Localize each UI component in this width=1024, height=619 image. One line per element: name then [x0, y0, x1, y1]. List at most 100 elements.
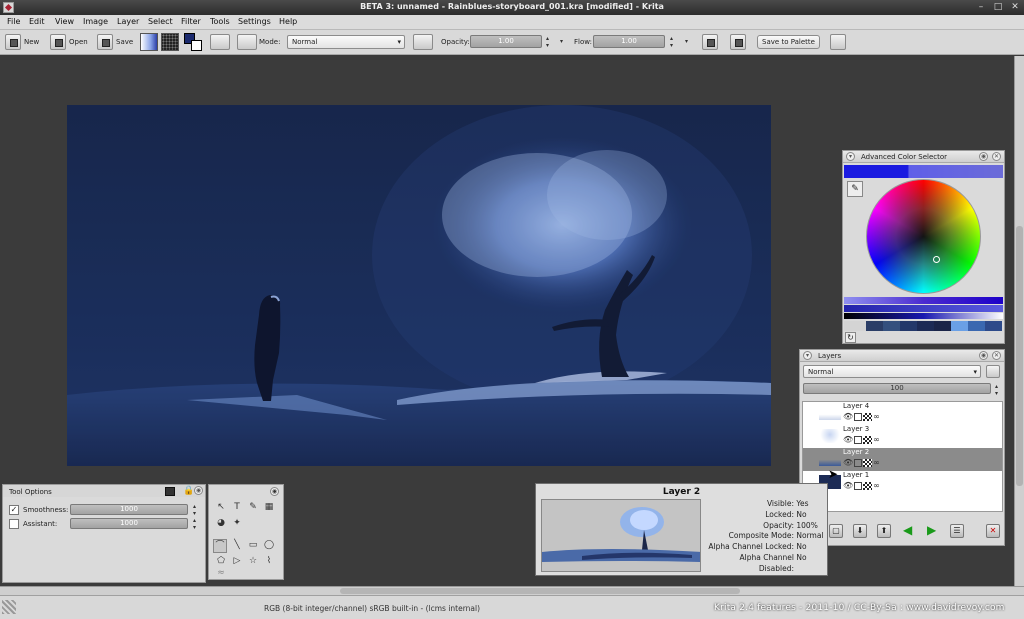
- color-picker-icon[interactable]: ✎: [847, 181, 863, 197]
- alpha-lock-icon[interactable]: [863, 435, 873, 444]
- opacity-slider[interactable]: 1.00: [470, 35, 542, 48]
- paintop-settings-icon[interactable]: [237, 34, 257, 50]
- add-layer-icon[interactable]: ▢: [829, 524, 843, 538]
- lock-icon[interactable]: [854, 458, 863, 467]
- layer-opacity-slider[interactable]: 100: [803, 383, 991, 394]
- float-panel-icon[interactable]: ◉: [194, 486, 203, 495]
- alpha-lock-icon[interactable]: [863, 481, 873, 490]
- save-to-palette-button[interactable]: Save to Palette: [757, 35, 820, 49]
- lock-icon[interactable]: 🔒: [183, 486, 194, 496]
- menu-select[interactable]: Select: [148, 17, 173, 26]
- menu-image[interactable]: Image: [83, 17, 108, 26]
- open-button[interactable]: Open: [69, 38, 88, 46]
- color-wheel[interactable]: [866, 179, 981, 294]
- assistant-checkbox[interactable]: [9, 519, 19, 529]
- layer-properties-icon[interactable]: ☰: [950, 524, 964, 538]
- horizontal-scroll-thumb[interactable]: [340, 588, 740, 594]
- color-history-swatch[interactable]: [883, 321, 900, 331]
- pattern-selector[interactable]: [161, 33, 179, 51]
- layer-property-icons[interactable]: 👁 ∞: [843, 458, 881, 467]
- maximize-button[interactable]: □: [992, 1, 1004, 13]
- move-layer-up-icon[interactable]: ⬆: [877, 524, 891, 538]
- color-history-swatch[interactable]: [951, 321, 968, 331]
- brush-preset-icon[interactable]: [210, 34, 230, 50]
- smoothness-slider[interactable]: 1000: [70, 504, 188, 515]
- value-slider[interactable]: [844, 313, 1003, 319]
- new-file-icon[interactable]: [5, 34, 21, 50]
- close-button[interactable]: ✕: [1009, 1, 1021, 13]
- layer-blend-mode-select[interactable]: Normal ▾: [803, 365, 981, 378]
- vertical-scrollbar[interactable]: [1014, 56, 1024, 586]
- layer-property-icons[interactable]: 👁 ∞: [843, 435, 881, 444]
- mirror-vertical-icon[interactable]: [730, 34, 746, 50]
- lock-icon[interactable]: [854, 412, 863, 421]
- opacity-spinner[interactable]: ▴ ▾: [544, 35, 551, 49]
- menu-layer[interactable]: Layer: [117, 17, 139, 26]
- move-layer-down-icon[interactable]: ⬇: [853, 524, 867, 538]
- open-file-icon[interactable]: [50, 34, 66, 50]
- raise-layer-arrow-icon[interactable]: ▶: [927, 523, 936, 537]
- color-picker-tool-icon[interactable]: ✦: [231, 517, 243, 529]
- saturation-slider[interactable]: [844, 305, 1003, 312]
- color-wheel-handle[interactable]: [933, 256, 940, 263]
- minimize-button[interactable]: –: [975, 1, 987, 13]
- pattern-tool-icon[interactable]: ▦: [263, 501, 275, 513]
- panel-menu-icon[interactable]: ▾: [846, 152, 855, 161]
- flow-slider[interactable]: 1.00: [593, 35, 665, 48]
- flow-spinner[interactable]: ▴ ▾: [668, 35, 675, 49]
- close-panel-icon[interactable]: ✕: [992, 152, 1001, 161]
- layer-row-layer-4[interactable]: Layer 4 👁 ∞: [803, 402, 1002, 425]
- dynamic-brush-tool-icon[interactable]: ≈: [215, 569, 227, 578]
- menu-view[interactable]: View: [55, 17, 74, 26]
- mirror-horizontal-icon[interactable]: [702, 34, 718, 50]
- alpha-lock-icon[interactable]: [863, 412, 873, 421]
- polygon-tool-icon[interactable]: ⬠: [215, 555, 227, 567]
- float-panel-icon[interactable]: ◉: [979, 351, 988, 360]
- freehand-tool-icon[interactable]: ⌒: [213, 539, 227, 553]
- rectangle-tool-icon[interactable]: ▭: [247, 539, 259, 551]
- brush-tool-icon[interactable]: ✎: [247, 501, 259, 513]
- smoothness-checkbox[interactable]: ✓: [9, 505, 19, 515]
- eraser-mode-icon[interactable]: [413, 34, 433, 50]
- fg-bg-color-selector[interactable]: [184, 33, 204, 51]
- color-history-swatch[interactable]: [900, 321, 917, 331]
- layer-options-icon[interactable]: [986, 365, 1000, 378]
- float-panel-icon[interactable]: ◉: [270, 487, 279, 496]
- painting-canvas[interactable]: [67, 105, 771, 466]
- vertical-scroll-thumb[interactable]: [1016, 226, 1023, 486]
- toolbar-menu-icon[interactable]: [830, 34, 846, 50]
- opacity-dropdown-icon[interactable]: ▾: [558, 38, 565, 52]
- panel-menu-icon[interactable]: ▾: [803, 351, 812, 360]
- float-panel-icon[interactable]: ◉: [979, 152, 988, 161]
- horizontal-scrollbar[interactable]: [0, 586, 1024, 595]
- smoothness-spinner[interactable]: ▴ ▾: [191, 503, 198, 517]
- fill-tool-icon[interactable]: ◕: [215, 517, 227, 529]
- menu-settings[interactable]: Settings: [238, 17, 271, 26]
- menu-tools[interactable]: Tools: [210, 17, 230, 26]
- lower-layer-arrow-icon[interactable]: ◀: [903, 523, 912, 537]
- close-panel-icon[interactable]: ✕: [992, 351, 1001, 360]
- hue-slider[interactable]: [844, 297, 1003, 304]
- flow-dropdown-icon[interactable]: ▾: [683, 38, 690, 52]
- alpha-lock-icon[interactable]: [863, 458, 873, 467]
- save-button[interactable]: Save: [116, 38, 133, 46]
- star-tool-icon[interactable]: ☆: [247, 555, 259, 567]
- text-tool-icon[interactable]: T: [231, 501, 243, 513]
- lock-icon[interactable]: [854, 435, 863, 444]
- assistant-spinner[interactable]: ▴ ▾: [191, 517, 198, 531]
- menu-edit[interactable]: Edit: [29, 17, 45, 26]
- ellipse-tool-icon[interactable]: ◯: [263, 539, 275, 551]
- lock-icon[interactable]: [854, 481, 863, 490]
- layer-property-icons[interactable]: 👁 ∞: [843, 481, 881, 490]
- layer-property-icons[interactable]: 👁 ∞: [843, 412, 881, 421]
- color-history-swatch[interactable]: [934, 321, 951, 331]
- bezier-tool-icon[interactable]: ⌇: [263, 555, 275, 567]
- layer-row-layer-3[interactable]: Layer 3 👁 ∞: [803, 425, 1002, 448]
- line-tool-icon[interactable]: ╲: [231, 539, 243, 551]
- save-file-icon[interactable]: [97, 34, 113, 50]
- layer-opacity-spinner[interactable]: ▴ ▾: [993, 383, 1000, 397]
- background-color-swatch[interactable]: [191, 40, 202, 51]
- polyline-tool-icon[interactable]: ▷: [231, 555, 243, 567]
- assistant-slider[interactable]: 1000: [70, 518, 188, 529]
- menu-help[interactable]: Help: [279, 17, 297, 26]
